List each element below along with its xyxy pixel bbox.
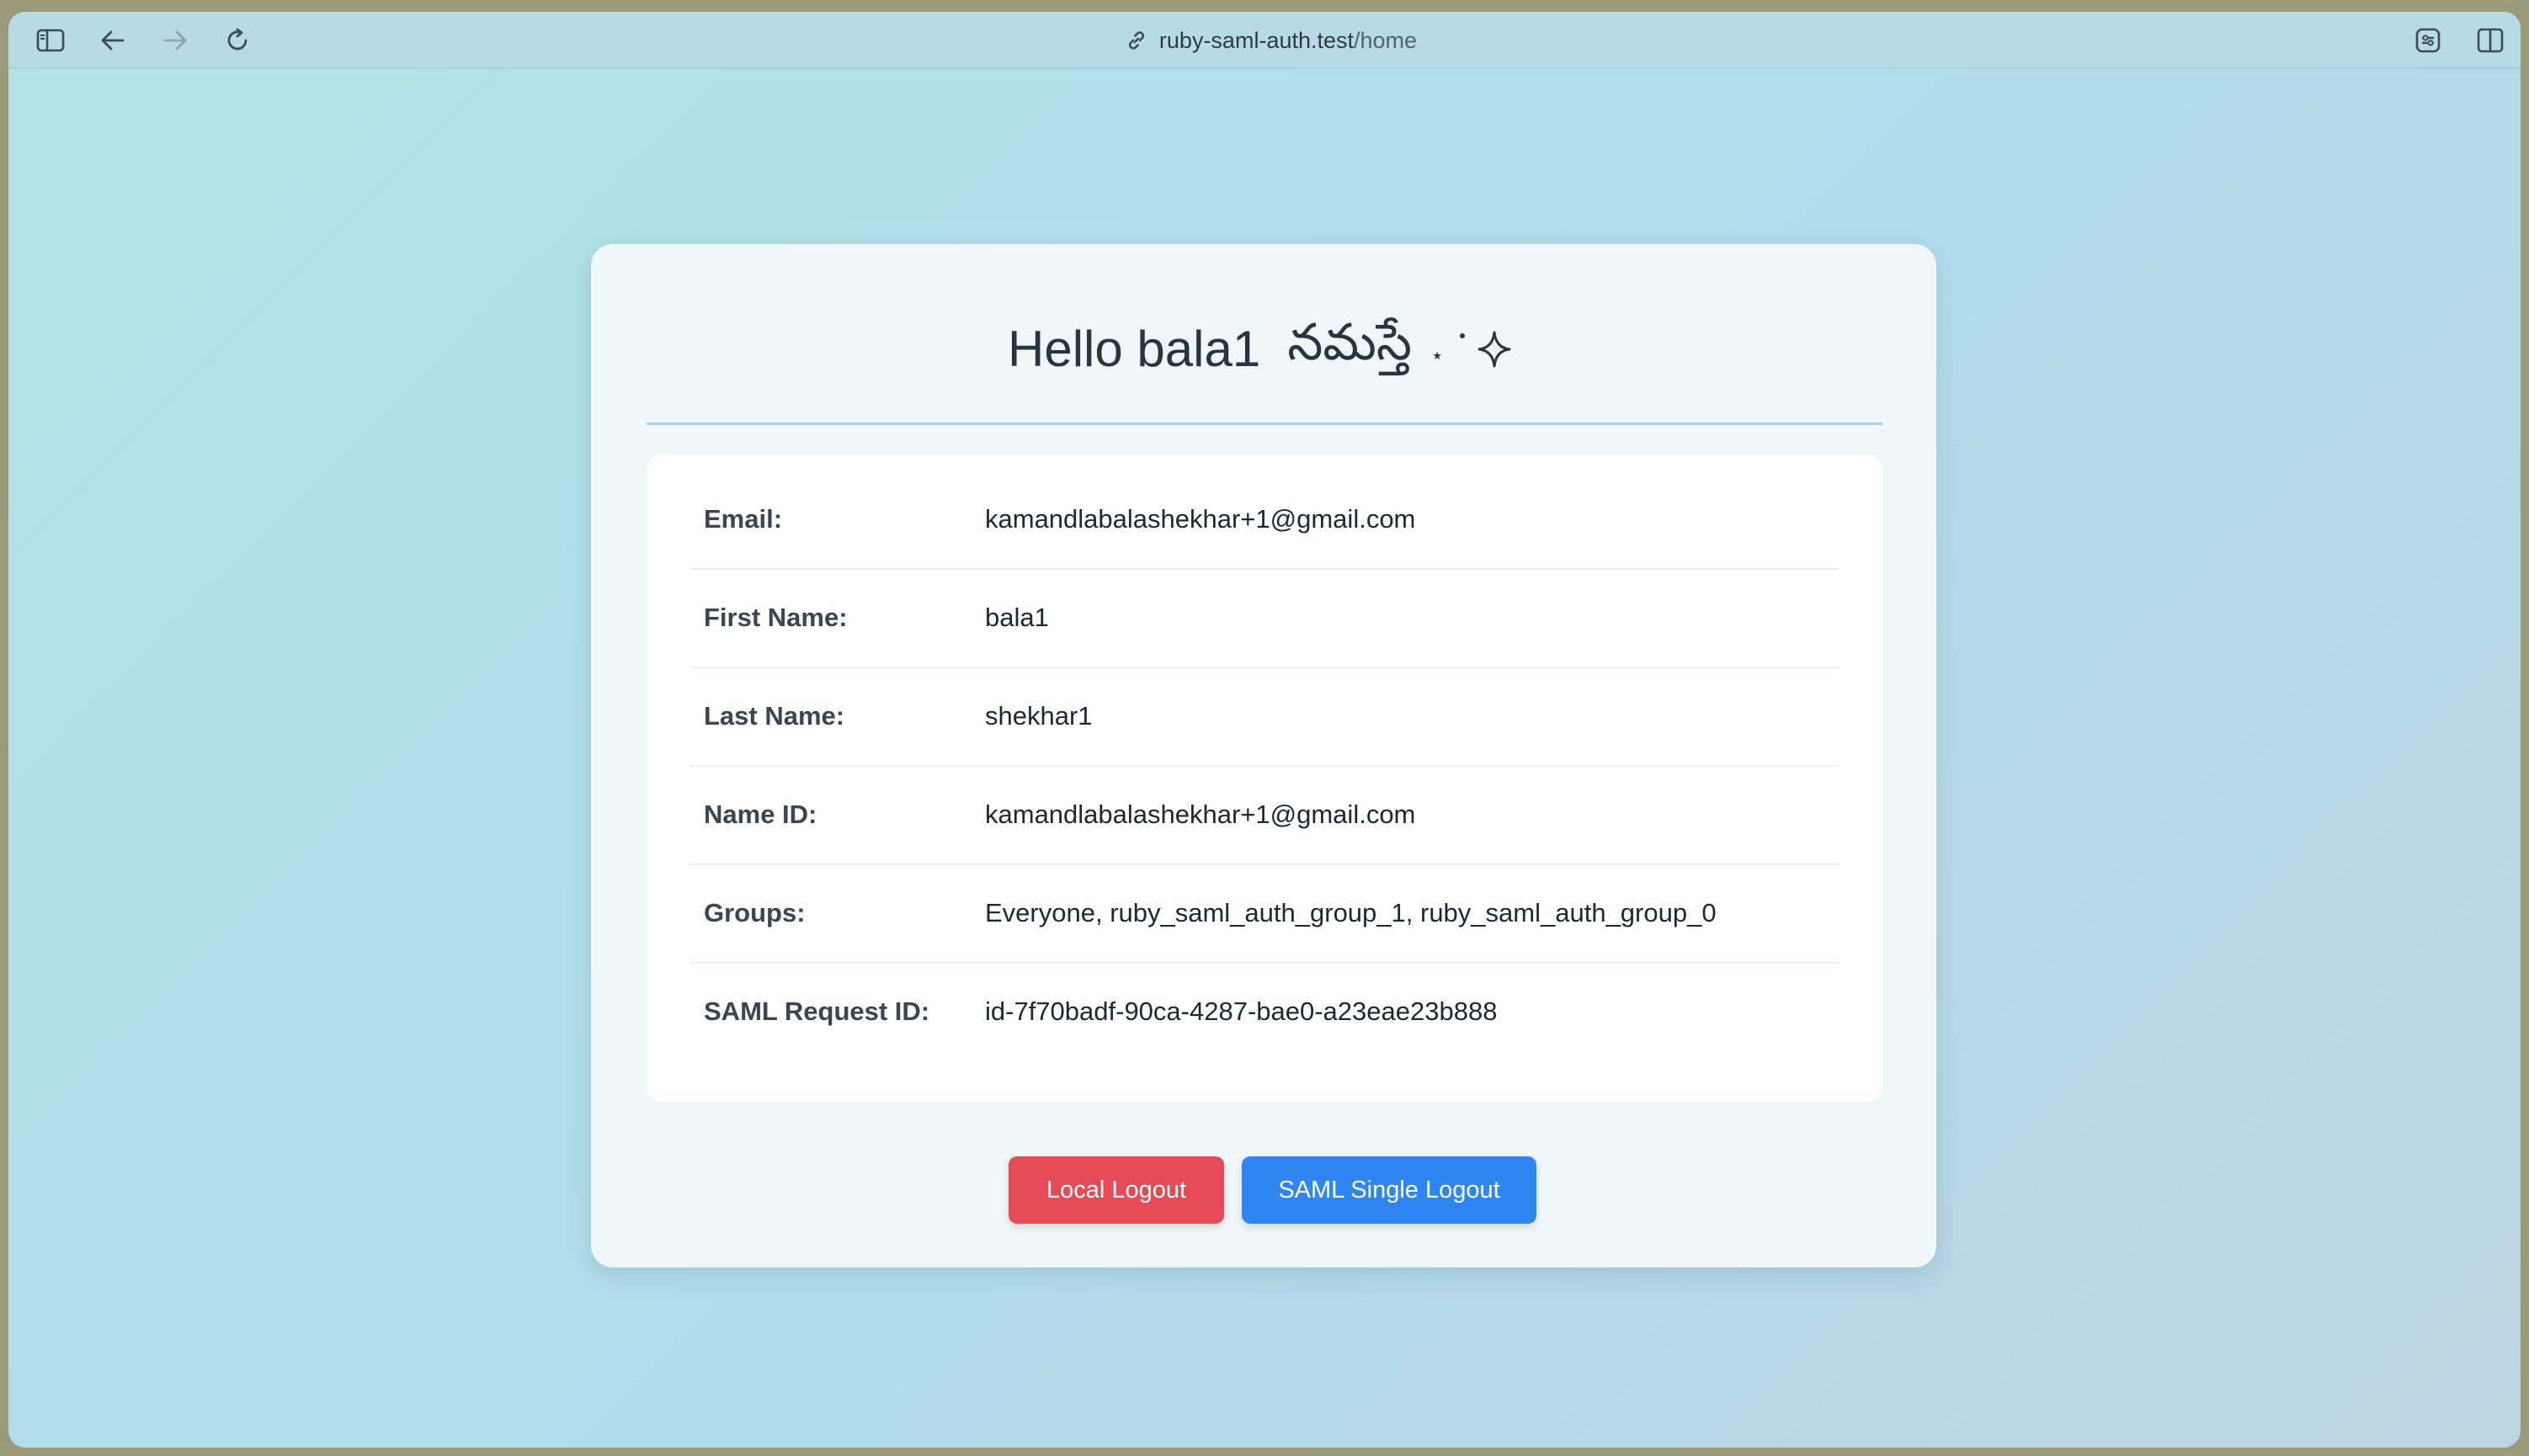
saml-request-id-label: SAML Request ID: bbox=[704, 996, 930, 1026]
url-path: /home bbox=[1354, 27, 1418, 53]
split-view-icon[interactable] bbox=[2473, 24, 2507, 57]
telugu-greeting: నమస్తే bbox=[1287, 313, 1412, 372]
name-id-value: kamandlabalashekhar+1@gmail.com bbox=[985, 800, 1416, 829]
info-row-last-name: Last Name: shekhar1 bbox=[690, 667, 1839, 767]
saml-single-logout-button[interactable]: SAML Single Logout bbox=[1242, 1156, 1536, 1224]
forward-arrow-icon[interactable] bbox=[158, 24, 192, 57]
svg-text:⋆: ⋆ bbox=[1430, 343, 1444, 369]
first-name-label: First Name: bbox=[704, 603, 848, 632]
browser-window: ruby-saml-auth.test/home Hello bala1 నమస… bbox=[8, 12, 2521, 1448]
greeting-text: Hello bala1 bbox=[1008, 320, 1261, 377]
extensions-icon[interactable] bbox=[2411, 24, 2445, 57]
page-title: Hello bala1 నమస్తే ⋆ bbox=[591, 313, 1936, 382]
url-host: ruby-saml-auth.test bbox=[1158, 27, 1355, 53]
back-arrow-icon[interactable] bbox=[96, 24, 130, 57]
profile-card: Hello bala1 నమస్తే ⋆ Email: kamandlabala… bbox=[591, 244, 1936, 1267]
saml-request-id-value: id-7f70badf-90ca-4287-bae0-a23eae23b888 bbox=[985, 996, 1498, 1026]
title-divider bbox=[647, 422, 1882, 425]
info-row-saml-request-id: SAML Request ID: id-7f70badf-90ca-4287-b… bbox=[690, 962, 1839, 1060]
info-row-groups: Groups: Everyone, ruby_saml_auth_group_1… bbox=[690, 864, 1839, 964]
info-row-first-name: First Name: bala1 bbox=[690, 568, 1839, 668]
sidebar-toggle-icon[interactable] bbox=[34, 24, 67, 57]
sparkle-icon: ⋆ bbox=[1427, 319, 1520, 378]
groups-value: Everyone, ruby_saml_auth_group_1, ruby_s… bbox=[985, 898, 1717, 927]
info-row-email: Email: kamandlabalashekhar+1@gmail.com bbox=[690, 470, 1839, 570]
address-bar[interactable]: ruby-saml-auth.test/home bbox=[1094, 25, 1448, 56]
reload-icon[interactable] bbox=[221, 24, 254, 57]
last-name-value: shekhar1 bbox=[985, 701, 1093, 731]
link-icon bbox=[1128, 31, 1144, 50]
email-label: Email: bbox=[704, 504, 783, 534]
name-id-label: Name ID: bbox=[704, 800, 817, 829]
info-row-name-id: Name ID: kamandlabalashekhar+1@gmail.com bbox=[690, 765, 1839, 865]
email-value: kamandlabalashekhar+1@gmail.com bbox=[985, 504, 1416, 534]
browser-toolbar: ruby-saml-auth.test/home bbox=[8, 12, 2521, 69]
last-name-label: Last Name: bbox=[704, 701, 845, 731]
user-info-panel: Email: kamandlabalashekhar+1@gmail.com F… bbox=[647, 454, 1882, 1103]
local-logout-button[interactable]: Local Logout bbox=[1009, 1156, 1224, 1224]
groups-label: Groups: bbox=[704, 898, 806, 927]
first-name-value: bala1 bbox=[985, 603, 1049, 632]
